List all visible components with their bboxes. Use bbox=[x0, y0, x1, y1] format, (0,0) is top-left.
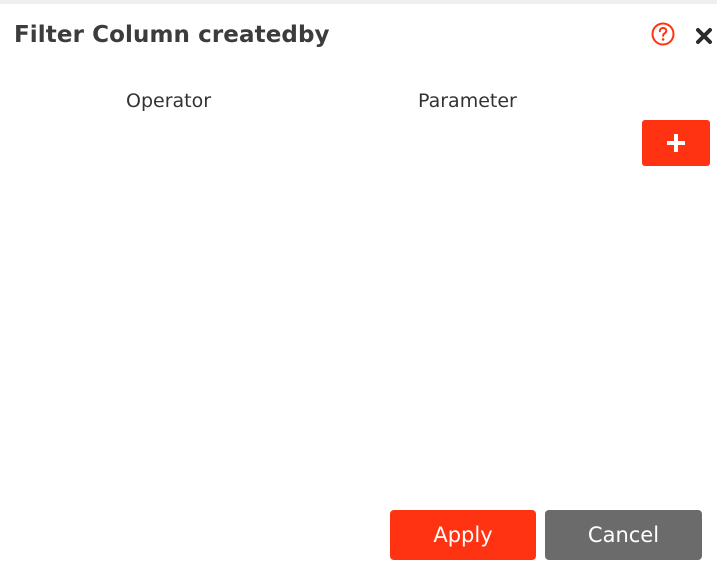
filter-dialog: Filter Column createdby Operator Paramet… bbox=[0, 0, 717, 569]
apply-button[interactable]: Apply bbox=[390, 510, 536, 560]
help-icon[interactable] bbox=[651, 22, 675, 46]
operator-column-header: Operator bbox=[126, 90, 212, 112]
cancel-button[interactable]: Cancel bbox=[545, 510, 702, 560]
dialog-title: Filter Column createdby bbox=[14, 22, 330, 48]
close-icon[interactable] bbox=[695, 27, 713, 45]
parameter-column-header: Parameter bbox=[418, 90, 517, 112]
add-filter-button[interactable] bbox=[642, 120, 710, 166]
plus-icon bbox=[667, 134, 685, 152]
